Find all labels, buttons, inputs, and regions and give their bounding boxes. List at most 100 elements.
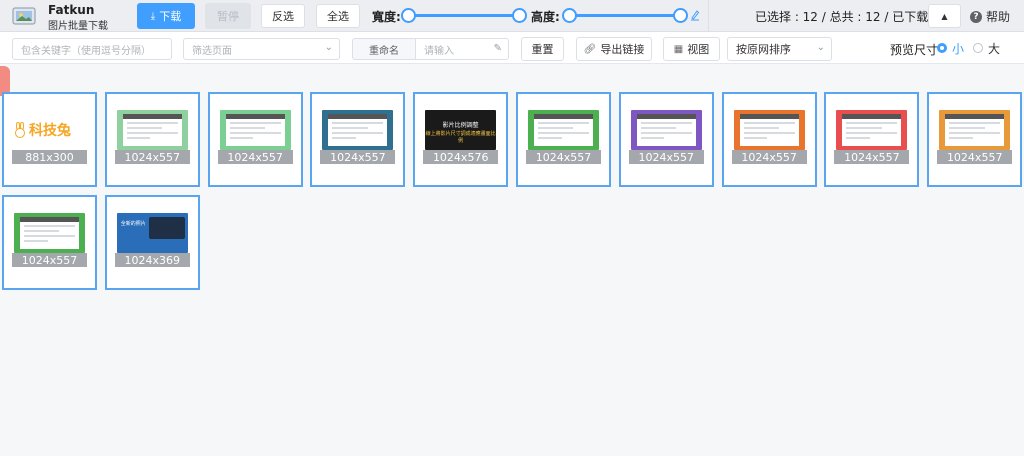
preview-size-label: 预览尺寸 xyxy=(890,43,939,57)
image-size-label: 1024x576 xyxy=(423,150,499,164)
image-thumbnail[interactable]: 1024x557 xyxy=(104,92,200,187)
caret-up-icon: ▲ xyxy=(941,11,948,21)
thumbnail-logo: 科技兔 xyxy=(14,120,71,140)
image-thumbnail[interactable]: 1024x557 xyxy=(310,92,406,187)
chevron-down-icon: ⌄ xyxy=(324,42,333,53)
thumbnail-preview xyxy=(528,110,599,150)
app-subtitle: 图片批量下载 xyxy=(48,21,108,32)
preview-subtitle: 線上將影片尺寸調成適應畫面比例 xyxy=(425,131,496,144)
preview-window xyxy=(739,114,799,146)
thumbnail-preview xyxy=(733,110,805,150)
image-thumbnail[interactable]: 1024x557 xyxy=(721,92,817,187)
sort-select[interactable]: 按原网排序 ⌄ xyxy=(727,37,832,61)
thumbnail-preview xyxy=(630,110,702,150)
download-icon: ⤓ xyxy=(150,10,156,22)
toolbar-divider xyxy=(708,0,709,32)
preview-window xyxy=(636,114,696,146)
image-size-label: 1024x557 xyxy=(731,150,807,164)
filter-toolbar: 包含关键字（使用逗号分隔） 筛选页面 ⌄ 重命名 请输入 ✎ 重置 🔗︎ 导出链… xyxy=(0,32,1024,64)
help-link[interactable]: ? 帮助 xyxy=(970,8,1010,25)
view-button[interactable]: ▦ 视图 xyxy=(663,37,720,61)
height-slider[interactable] xyxy=(567,14,681,17)
image-size-label: 1024x557 xyxy=(834,150,910,164)
thumbnail-preview xyxy=(116,110,188,150)
preview-title: 全新的照片 xyxy=(120,221,146,227)
fatkun-logo-icon xyxy=(12,7,36,25)
thumbnail-preview xyxy=(322,110,394,150)
link-icon: 🔗︎ xyxy=(583,43,597,55)
export-links-button[interactable]: 🔗︎ 导出链接 xyxy=(576,37,652,61)
image-thumbnail[interactable]: 1024x557 xyxy=(516,92,611,187)
width-slider-max-handle[interactable] xyxy=(512,8,527,23)
preview-window xyxy=(225,114,285,146)
height-slider-max-handle[interactable] xyxy=(673,8,688,23)
image-thumbnail[interactable]: 科技兔 881x300 xyxy=(2,92,97,187)
preview-window xyxy=(945,114,1005,146)
thumbnail-preview: 全新的照片 xyxy=(116,213,188,253)
image-size-label: 1024x369 xyxy=(114,253,190,267)
pause-button[interactable]: 暂停 xyxy=(205,3,251,29)
preview-size-large-label[interactable]: 大 xyxy=(988,40,1000,57)
image-size-label: 1024x557 xyxy=(217,150,293,164)
app-title: Fatkun xyxy=(48,3,95,17)
invert-selection-button[interactable]: 反选 xyxy=(261,4,305,28)
edit-icon: ✎ xyxy=(493,43,502,54)
width-slider-label: 寬度: xyxy=(372,10,401,24)
rename-placeholder: 请输入 xyxy=(424,45,454,57)
top-toolbar: Fatkun 图片批量下载 ⤓ 下载 暂停 反选 全选 寬度: 高度: 已选择 … xyxy=(0,0,1024,32)
preview-size-small-radio[interactable] xyxy=(937,43,947,53)
view-label: 视图 xyxy=(687,43,710,56)
thumbnail-preview: 影片比例調整線上將影片尺寸調成適應畫面比例 xyxy=(425,110,497,150)
logo-text: 科技兔 xyxy=(29,123,71,139)
rabbit-icon xyxy=(15,122,25,138)
image-size-label: 1024x557 xyxy=(526,150,601,164)
download-label: 下载 xyxy=(159,10,182,23)
preview-window xyxy=(328,114,388,146)
keyword-filter-input[interactable]: 包含关键字（使用逗号分隔） xyxy=(12,38,172,60)
height-slider-min-handle[interactable] xyxy=(562,8,577,23)
image-size-label: 1024x557 xyxy=(114,150,190,164)
chevron-down-icon: ⌄ xyxy=(816,42,825,53)
image-size-label: 1024x557 xyxy=(628,150,704,164)
preview-size-small-label[interactable]: 小 xyxy=(952,40,964,57)
image-thumbnail[interactable]: 1024x557 xyxy=(207,92,303,187)
image-thumbnail[interactable]: 1024x557 xyxy=(824,92,920,187)
thumbnail-preview xyxy=(14,213,85,253)
image-thumbnail[interactable]: 1024x557 xyxy=(927,92,1023,187)
download-button[interactable]: ⤓ 下载 xyxy=(137,3,195,29)
export-links-label: 导出链接 xyxy=(600,43,645,56)
preview-people xyxy=(148,217,185,239)
preview-title: 影片比例調整 xyxy=(442,122,479,129)
image-thumbnail[interactable]: 1024x557 xyxy=(618,92,714,187)
reset-button[interactable]: 重置 xyxy=(521,37,564,61)
image-thumbnail[interactable]: 影片比例調整 線上將影片尺寸調成適應畫面比例 1024x576 xyxy=(413,92,509,187)
scroll-top-button[interactable]: ▲ xyxy=(928,4,961,28)
image-size-label: 1024x557 xyxy=(320,150,396,164)
preview-size-large-radio[interactable] xyxy=(973,43,983,53)
preview-window xyxy=(122,114,182,146)
thumbnail-preview xyxy=(219,110,291,150)
image-thumbnail[interactable]: 全新的照片 1024x369 xyxy=(104,195,200,290)
page-filter-select[interactable]: 筛选页面 ⌄ xyxy=(183,38,340,60)
width-slider-min-handle[interactable] xyxy=(401,8,416,23)
image-size-label: 1024x557 xyxy=(12,253,87,267)
thumbnail-preview xyxy=(939,110,1011,150)
width-slider[interactable] xyxy=(406,14,521,17)
preview-window xyxy=(534,114,593,146)
preview-window xyxy=(842,114,902,146)
rename-input[interactable]: 请输入 ✎ xyxy=(415,38,509,60)
image-thumbnail[interactable]: 1024x557 xyxy=(2,195,97,290)
page-filter-placeholder: 筛选页面 xyxy=(192,45,232,57)
rename-label: 重命名 xyxy=(352,38,416,60)
height-slider-label: 高度: xyxy=(531,10,560,24)
help-label: 帮助 xyxy=(986,10,1011,24)
select-all-button[interactable]: 全选 xyxy=(316,4,360,28)
preview-window xyxy=(20,217,79,249)
thumbnail-preview xyxy=(836,110,908,150)
sort-label: 按原网排序 xyxy=(736,43,791,56)
image-size-label: 1024x557 xyxy=(937,150,1013,164)
image-size-label: 881x300 xyxy=(12,150,87,164)
selection-status: 已选择 : 12 / 总共 : 12 / 已下载 : 0 xyxy=(755,10,948,24)
grid-icon: ▦ xyxy=(673,43,684,55)
edit-size-icon[interactable] xyxy=(690,9,700,21)
